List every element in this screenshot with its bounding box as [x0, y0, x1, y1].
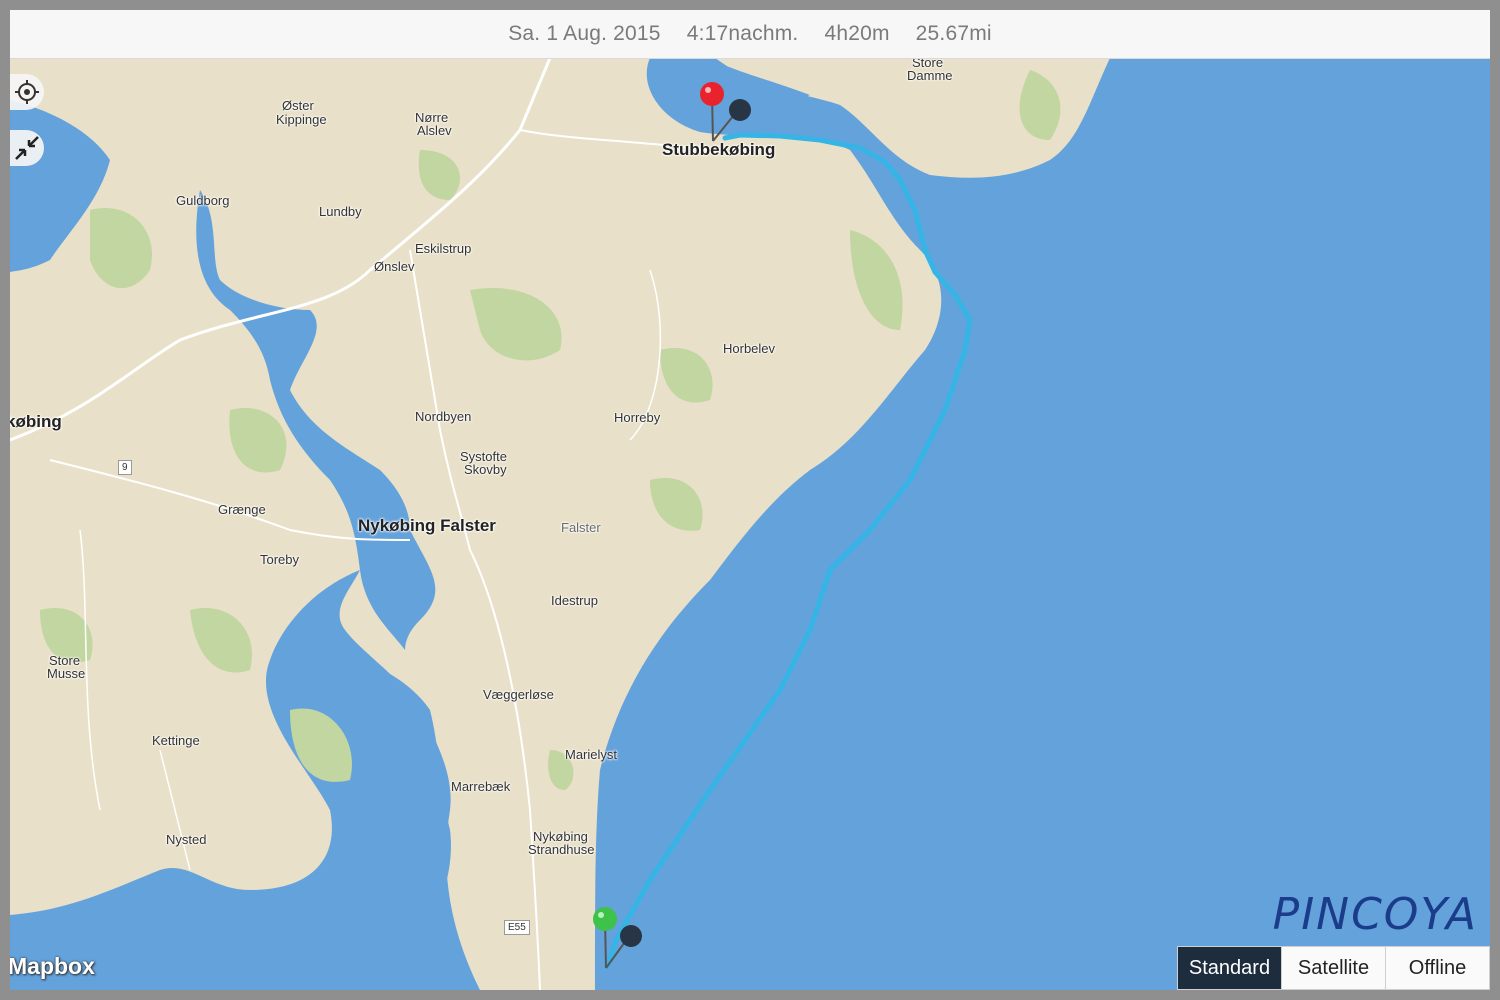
- label-nysted: Nysted: [166, 832, 207, 847]
- label-alslev: Alslev: [417, 123, 452, 138]
- label-marrebaek: Marrebæk: [451, 779, 511, 794]
- label-toreby: Toreby: [260, 552, 300, 567]
- mode-offline-button[interactable]: Offline: [1385, 947, 1489, 989]
- track-distance: 25.67mi: [915, 22, 992, 45]
- map-frame: Sa. 1 Aug. 2015 4:17nachm. 4h20m 25.67mi: [10, 10, 1490, 990]
- label-store-musse-2: Musse: [47, 666, 86, 681]
- track-duration: 4h20m: [824, 22, 890, 45]
- label-guldborg: Guldborg: [176, 193, 230, 208]
- locate-button[interactable]: [10, 74, 44, 110]
- label-horreby: Horreby: [614, 410, 661, 425]
- map-mode-selector: Standard Satellite Offline: [1177, 946, 1490, 990]
- label-graenge: Grænge: [218, 502, 266, 517]
- road-shield-e55: E55: [504, 920, 530, 935]
- track-date: Sa. 1 Aug. 2015: [508, 22, 661, 45]
- label-horbelev: Horbelev: [723, 341, 776, 356]
- label-kobing: købing: [10, 412, 62, 431]
- label-eskilstrup: Eskilstrup: [415, 241, 472, 256]
- track-info-bar: Sa. 1 Aug. 2015 4:17nachm. 4h20m 25.67mi: [10, 10, 1490, 59]
- road-shield-9: 9: [118, 460, 132, 475]
- label-kippinge: Kippinge: [276, 112, 327, 127]
- label-marielyst: Marielyst: [565, 747, 618, 762]
- label-skovby: Skovby: [464, 462, 507, 477]
- mode-standard-button[interactable]: Standard: [1178, 947, 1281, 989]
- label-nordbyen: Nordbyen: [415, 409, 472, 424]
- label-falster: Falster: [561, 520, 601, 535]
- track-time: 4:17nachm.: [686, 22, 799, 45]
- mapbox-attribution[interactable]: Mapbox: [10, 953, 95, 980]
- label-lundby: Lundby: [319, 204, 362, 219]
- label-nykobing-falster: Nykøbing Falster: [358, 516, 496, 535]
- label-oster: Øster: [282, 98, 314, 113]
- map-canvas[interactable]: [10, 58, 1490, 990]
- label-vaeggerlose: Væggerløse: [483, 687, 554, 702]
- collapse-button[interactable]: [10, 130, 44, 166]
- crosshair-icon: [15, 80, 39, 104]
- label-stubbekobing: Stubbekøbing: [662, 140, 776, 159]
- label-kettinge: Kettinge: [152, 733, 200, 748]
- label-idestrup: Idestrup: [551, 593, 598, 608]
- label-nykobing-strandhuse-2: Strandhuse: [528, 842, 595, 857]
- brand-watermark: PINCOYA: [1272, 889, 1478, 940]
- mode-satellite-button[interactable]: Satellite: [1281, 947, 1385, 989]
- label-onslev: Ønslev: [374, 259, 415, 274]
- collapse-arrows-icon: [15, 136, 39, 160]
- label-store-damme-2: Damme: [907, 68, 953, 83]
